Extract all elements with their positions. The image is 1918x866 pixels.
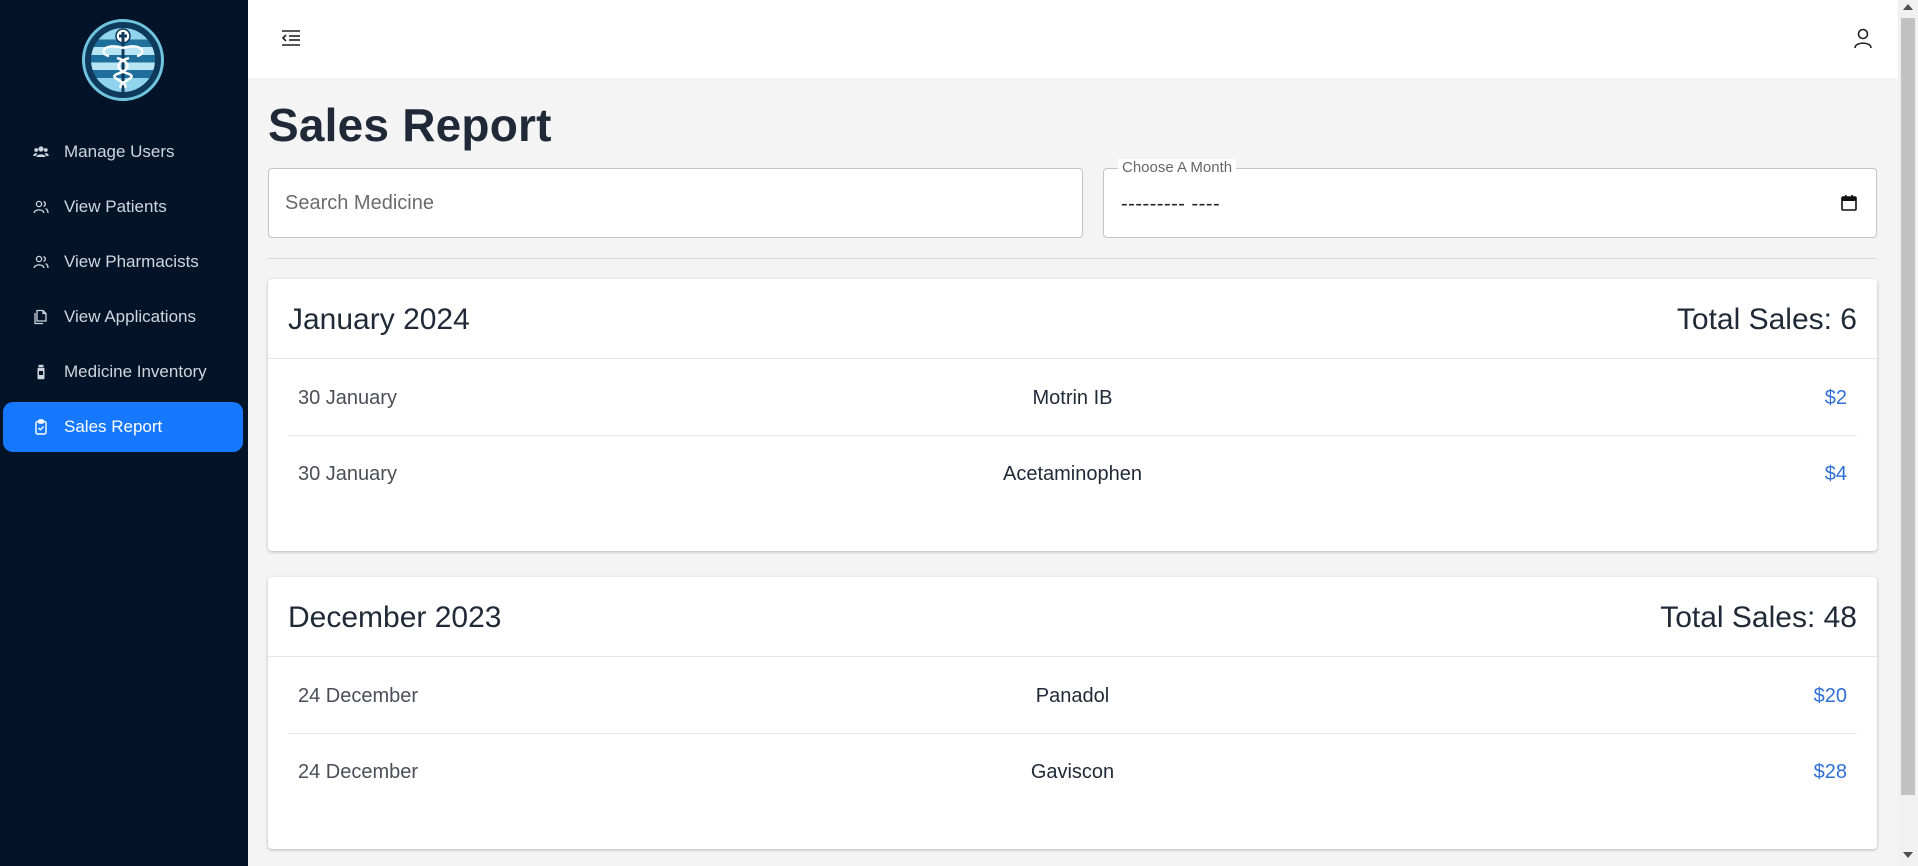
sidebar-item-view-applications[interactable]: View Applications (3, 292, 243, 342)
report-card-header: January 2024 Total Sales: 6 (268, 279, 1877, 359)
scrollbar[interactable] (1898, 0, 1918, 866)
clipboard-icon (33, 419, 49, 435)
report-month: January 2024 (288, 303, 470, 336)
sale-amount: $2 (1824, 387, 1847, 409)
menu-collapse-icon[interactable] (280, 28, 302, 48)
sidebar-item-label: Medicine Inventory (64, 362, 207, 381)
medicine-name: Acetaminophen (1003, 463, 1142, 485)
scroll-down-arrow-icon[interactable] (1903, 852, 1913, 858)
sidebar-item-label: Manage Users (64, 142, 175, 161)
medicine-name: Motrin IB (1032, 387, 1113, 409)
scroll-thumb[interactable] (1901, 18, 1915, 795)
page-title: Sales Report (268, 99, 552, 151)
sidebar: Manage Users View Patients View Pharmaci… (0, 0, 248, 866)
sidebar-item-label: View Applications (64, 307, 196, 326)
calendar-icon[interactable] (1840, 194, 1858, 212)
report-month: December 2023 (288, 601, 502, 634)
sidebar-item-view-pharmacists[interactable]: View Pharmacists (3, 237, 243, 287)
copy-icon (33, 309, 49, 325)
report-total-sales: Total Sales: 48 (1660, 601, 1857, 634)
medicine-bottle-icon (33, 364, 49, 380)
sidebar-item-label: View Pharmacists (64, 252, 199, 271)
user-icon[interactable] (1852, 27, 1874, 49)
month-picker-label: Choose A Month (1118, 159, 1237, 176)
medicine-name: Panadol (1035, 685, 1110, 707)
sale-amount: $20 (1813, 685, 1847, 707)
sidebar-item-view-patients[interactable]: View Patients (3, 182, 243, 232)
month-picker[interactable]: Choose A Month --------- ---- (1103, 159, 1877, 238)
report-card: December 2023 Total Sales: 48 24 Decembe… (268, 577, 1877, 849)
search-field[interactable] (268, 168, 1083, 238)
sidebar-nav: Manage Users View Patients View Pharmaci… (3, 127, 243, 457)
report-card-header: December 2023 Total Sales: 48 (268, 577, 1877, 657)
sale-amount: $4 (1824, 463, 1847, 485)
table-row: 30 January Acetaminophen $4 (288, 436, 1857, 512)
sale-amount: $28 (1813, 761, 1847, 783)
report-card: January 2024 Total Sales: 6 30 January M… (268, 279, 1877, 551)
sidebar-item-label: Sales Report (64, 417, 163, 436)
sidebar-item-medicine-inventory[interactable]: Medicine Inventory (3, 347, 243, 397)
divider (268, 258, 1877, 259)
users-icon (33, 254, 49, 270)
month-picker-value[interactable]: --------- ---- (1121, 193, 1220, 216)
medicine-name: Gaviscon (1030, 761, 1115, 783)
users-group-icon (33, 144, 49, 160)
scroll-up-arrow-icon[interactable] (1903, 4, 1913, 10)
table-row: 24 December Panadol $20 (288, 658, 1857, 734)
users-icon (33, 199, 49, 215)
table-row: 24 December Gaviscon $28 (288, 734, 1857, 810)
sidebar-item-sales-report[interactable]: Sales Report (3, 402, 243, 452)
topbar (248, 0, 1898, 78)
report-total-sales: Total Sales: 6 (1676, 303, 1857, 336)
search-input[interactable] (285, 169, 1065, 237)
table-row: 30 January Motrin IB $2 (288, 360, 1857, 436)
caduceus-logo-icon (82, 19, 164, 101)
sidebar-item-manage-users[interactable]: Manage Users (3, 127, 243, 177)
sidebar-item-label: View Patients (64, 197, 167, 216)
